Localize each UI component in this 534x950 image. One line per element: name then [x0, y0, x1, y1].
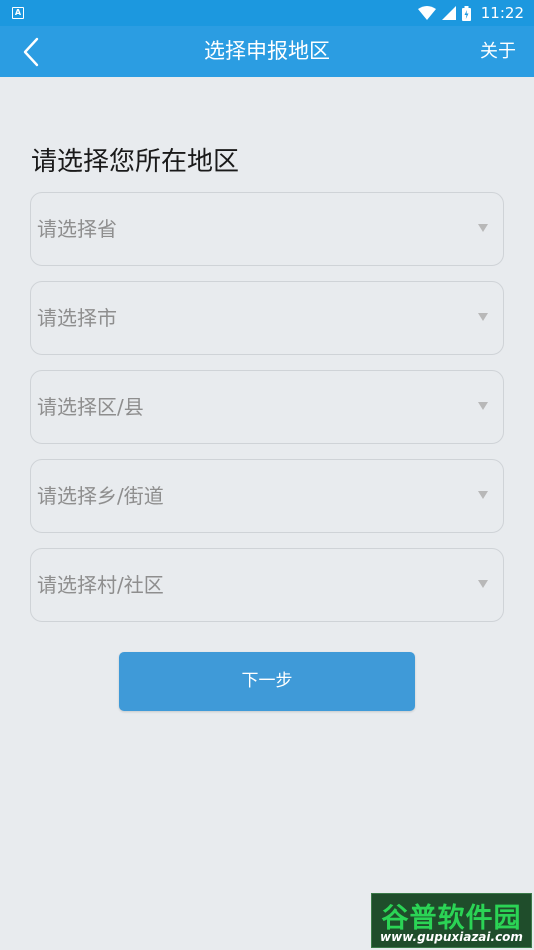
status-bar: A 11:22	[0, 0, 534, 26]
watermark-url: www.gupuxiazai.com	[380, 930, 523, 944]
status-time: 11:22	[480, 4, 524, 22]
province-select[interactable]: 请选择省	[30, 192, 504, 266]
section-heading: 请选择您所在地区	[31, 147, 240, 177]
city-select[interactable]: 请选择市	[30, 281, 504, 355]
dropdown-arrow-icon	[478, 580, 488, 588]
dropdown-arrow-icon	[478, 313, 488, 321]
dropdown-arrow-icon	[478, 224, 488, 232]
district-select[interactable]: 请选择区/县	[30, 370, 504, 444]
about-button[interactable]: 关于	[480, 26, 516, 77]
battery-icon	[461, 5, 471, 21]
town-placeholder: 请选择乡/街道	[37, 484, 164, 508]
district-placeholder: 请选择区/县	[37, 395, 144, 419]
village-placeholder: 请选择村/社区	[37, 573, 164, 597]
page-title: 选择申报地区	[204, 39, 330, 63]
village-select[interactable]: 请选择村/社区	[30, 548, 504, 622]
back-arrow-icon	[23, 37, 39, 67]
notification-a-icon: A	[12, 7, 24, 19]
status-right: 11:22	[417, 4, 524, 22]
back-button[interactable]	[14, 34, 48, 70]
app-bar: 选择申报地区 关于	[0, 26, 534, 77]
dropdown-arrow-icon	[478, 402, 488, 410]
status-left: A	[12, 7, 24, 19]
wifi-icon	[417, 6, 436, 20]
next-step-button[interactable]: 下一步	[119, 652, 415, 711]
city-placeholder: 请选择市	[37, 306, 117, 330]
dropdown-arrow-icon	[478, 491, 488, 499]
province-placeholder: 请选择省	[37, 217, 117, 241]
watermark-logo: 谷普软件园 www.gupuxiazai.com	[371, 893, 532, 948]
town-select[interactable]: 请选择乡/街道	[30, 459, 504, 533]
signal-icon	[441, 6, 456, 20]
